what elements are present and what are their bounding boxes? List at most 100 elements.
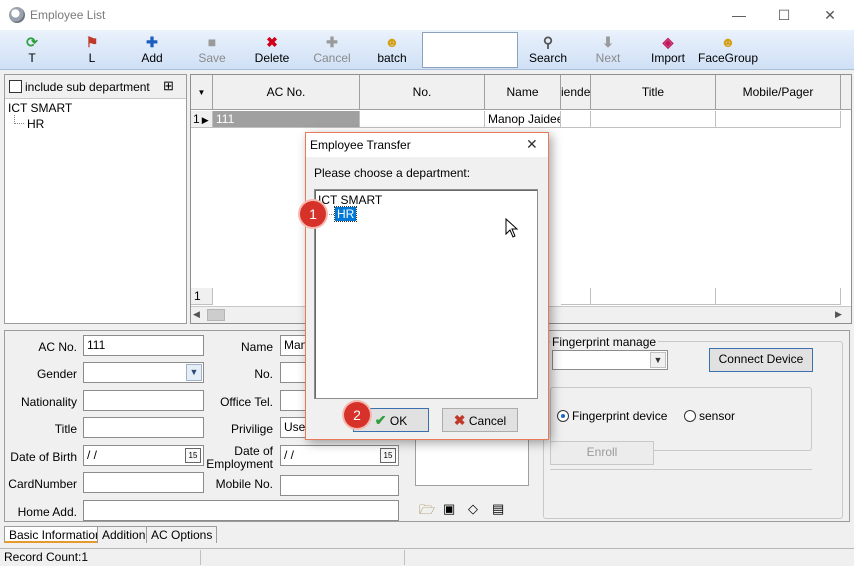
camera-icon[interactable]: ▣ [443, 501, 455, 517]
grid-header-indicator[interactable]: ▼ [191, 75, 213, 110]
fingerprint-device-radio[interactable] [557, 410, 569, 422]
tree-root-item[interactable]: ICT SMART [8, 101, 72, 115]
import-button[interactable]: ◈ Import [638, 30, 698, 70]
org-chart-icon[interactable]: ⊞ [163, 78, 174, 94]
close-button[interactable]: ✕ [807, 0, 853, 30]
refresh-icon: ⟳ [26, 34, 38, 50]
department-panel: include sub department ⊞ ICT SMART HR [4, 74, 187, 324]
fingerprint-manage-select[interactable]: ▼ [552, 350, 668, 370]
cancel-button[interactable]: ✖ Cancel [442, 408, 518, 432]
video-camera-icon[interactable]: ▤ [492, 501, 504, 517]
chevron-down-icon[interactable]: ▼ [186, 364, 202, 381]
date-of-employment-label: Date of Employment [206, 444, 273, 471]
dialog-tree-hr-selected[interactable]: HR [333, 206, 358, 222]
employee-transfer-dialog: Employee Transfer ✕ Please choose a depa… [305, 132, 549, 440]
new-row-indicator[interactable]: 1 [191, 288, 213, 305]
batch-button[interactable]: ☻ batch [362, 30, 422, 70]
tab-ac-options[interactable]: AC Options [146, 526, 218, 543]
toolbar-l-button[interactable]: ⚑ L [62, 30, 122, 70]
status-bar: Record Count:1 [0, 548, 854, 566]
title-field[interactable] [83, 417, 204, 438]
cell-ac-no[interactable]: 111 [213, 111, 360, 128]
ac-no-field[interactable]: 111 [83, 335, 204, 356]
next-button[interactable]: ⬇ Next [578, 30, 638, 70]
title-label: Title [54, 422, 77, 436]
person-exit-icon: ⚑ [85, 34, 99, 50]
gender-select[interactable]: ▼ [83, 362, 204, 383]
cell-title[interactable] [591, 111, 716, 128]
include-sub-department-checkbox[interactable] [9, 80, 22, 93]
app-clock-icon [9, 7, 25, 23]
grid-header-title[interactable]: Title [591, 75, 716, 110]
sensor-label: sensor [699, 409, 736, 423]
enroll-button[interactable]: Enroll [550, 441, 654, 465]
check-icon: ✔ [374, 412, 387, 428]
new-row-cell[interactable] [591, 288, 716, 305]
new-row-cell[interactable] [561, 288, 591, 305]
delete-x-icon: ✖ [266, 34, 278, 50]
maximize-button[interactable]: ☐ [761, 0, 807, 30]
no-label: No. [254, 367, 273, 381]
nationality-label: Nationality [20, 395, 77, 409]
scroll-right-arrow-icon[interactable]: ▶ [835, 309, 847, 321]
tab-basic-information[interactable]: Basic Information [4, 526, 107, 543]
toolbar-t-button[interactable]: ⟳ T [2, 30, 62, 70]
ac-no-label: AC No. [38, 340, 77, 354]
open-folder-icon[interactable]: 🗁 [419, 501, 435, 523]
annotation-badge-1: 1 [300, 201, 326, 227]
toolbar-blank-field[interactable] [422, 32, 518, 68]
row-indicator[interactable]: 1 ▶ [191, 111, 213, 128]
date-of-birth-label: Date of Birth [10, 450, 77, 464]
new-row-cell[interactable] [716, 288, 841, 305]
mobile-no-label: Mobile No. [215, 477, 273, 491]
date-of-birth-field[interactable]: / /15 [83, 445, 204, 466]
scroll-left-arrow-icon[interactable]: ◀ [193, 309, 205, 321]
grid-header-ac-no[interactable]: AC No. [213, 75, 360, 110]
tab-addition[interactable]: Addition [97, 526, 151, 543]
cancel-plus-icon: ✚ [326, 34, 338, 50]
sensor-radio[interactable] [684, 410, 696, 422]
nationality-field[interactable] [83, 390, 204, 411]
eraser-icon[interactable]: ◇ [468, 501, 478, 517]
cell-name[interactable]: Manop Jaidee [485, 111, 561, 128]
grid-header-filler [841, 75, 851, 110]
down-arrow-icon: ⬇ [602, 34, 614, 50]
save-button[interactable]: ■ Save [182, 30, 242, 70]
cell-no[interactable] [360, 111, 485, 128]
mouse-cursor-icon [505, 218, 519, 238]
dialog-close-icon[interactable]: ✕ [526, 136, 538, 153]
record-count: Record Count:1 [4, 550, 89, 564]
save-icon: ■ [207, 34, 217, 50]
search-button[interactable]: ⚲ Search [518, 30, 578, 70]
department-tree[interactable]: ICT SMART HR [314, 189, 538, 399]
minimize-button[interactable]: — [716, 0, 762, 30]
cell-gender[interactable] [561, 111, 591, 128]
calendar-icon[interactable]: 15 [380, 448, 396, 463]
connect-device-button[interactable]: Connect Device [709, 348, 813, 372]
scroll-thumb[interactable] [207, 309, 225, 321]
chevron-down-icon[interactable]: ▼ [650, 352, 666, 368]
cancel-toolbar-button[interactable]: ✚ Cancel [302, 30, 362, 70]
tree-connector-h [14, 123, 24, 124]
grid-header-no[interactable]: No. [360, 75, 485, 110]
date-of-employment-field[interactable]: / /15 [280, 445, 399, 466]
fingerprint-manage-label: Fingerprint manage [550, 335, 659, 349]
divider [550, 469, 812, 470]
grid-header-name[interactable]: Name [485, 75, 561, 110]
grid-header-gender[interactable]: iende [561, 75, 591, 110]
home-add-field[interactable] [83, 500, 399, 521]
mobile-no-field[interactable] [280, 475, 399, 496]
delete-button[interactable]: ✖ Delete [242, 30, 302, 70]
tree-child-item[interactable]: HR [27, 117, 44, 131]
calendar-icon[interactable]: 15 [185, 448, 201, 463]
gender-label: Gender [36, 367, 77, 381]
dialog-tree-root[interactable]: ICT SMART [318, 193, 382, 207]
cell-mobile[interactable] [716, 111, 841, 128]
status-divider [200, 550, 201, 565]
annotation-badge-2: 2 [344, 402, 370, 428]
title-bar: Employee List — ☐ ✕ [0, 0, 854, 30]
facegroup-button[interactable]: ☻ FaceGroup [696, 30, 760, 70]
card-number-field[interactable] [83, 472, 204, 493]
grid-header-mobile[interactable]: Mobile/Pager [716, 75, 841, 110]
add-button[interactable]: ✚ Add [122, 30, 182, 70]
